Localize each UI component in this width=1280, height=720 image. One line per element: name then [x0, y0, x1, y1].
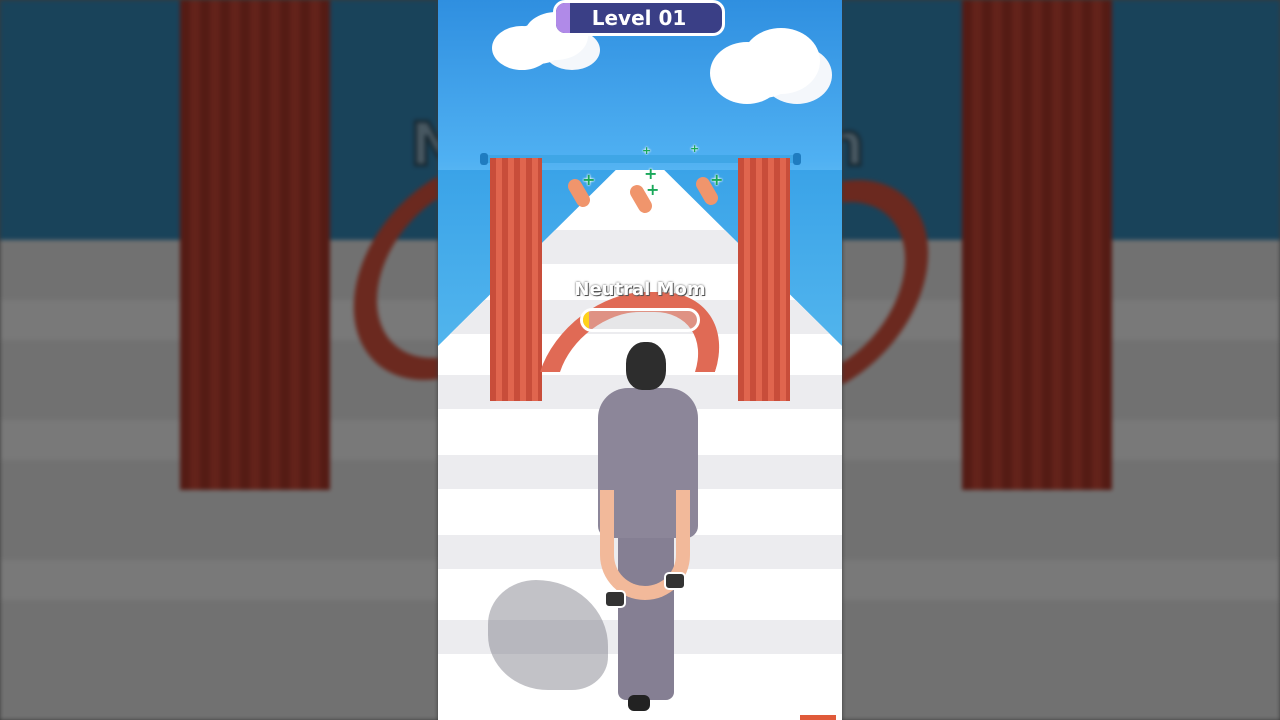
curtain-blurred — [962, 0, 1112, 490]
woman-sneaker — [604, 590, 626, 608]
woman-sneaker — [664, 572, 686, 590]
game-viewport[interactable]: Level 01 + + + + + + Neutral Mom — [438, 0, 842, 720]
background-left: N — [0, 0, 438, 720]
plus-icon: + — [710, 170, 724, 189]
man-shoe — [628, 695, 650, 711]
plus-icon: + — [582, 170, 596, 189]
gate-cap-left — [480, 153, 488, 165]
curtain-blurred — [180, 0, 330, 490]
cloud-icon — [728, 40, 798, 98]
plus-icon: + — [690, 142, 700, 155]
plus-icon: + — [646, 180, 660, 199]
level-accent — [556, 3, 570, 33]
level-label: Level 01 — [591, 6, 687, 30]
gate-meter — [580, 308, 700, 332]
gate-meter-fill — [583, 311, 589, 329]
level-indicator: Level 01 — [553, 0, 725, 36]
corner-badge — [800, 715, 836, 720]
gate-label: Neutral Mom — [574, 279, 706, 300]
man-head — [626, 342, 666, 390]
gate-cap-right — [793, 153, 801, 165]
background-right: n — [842, 0, 1280, 720]
